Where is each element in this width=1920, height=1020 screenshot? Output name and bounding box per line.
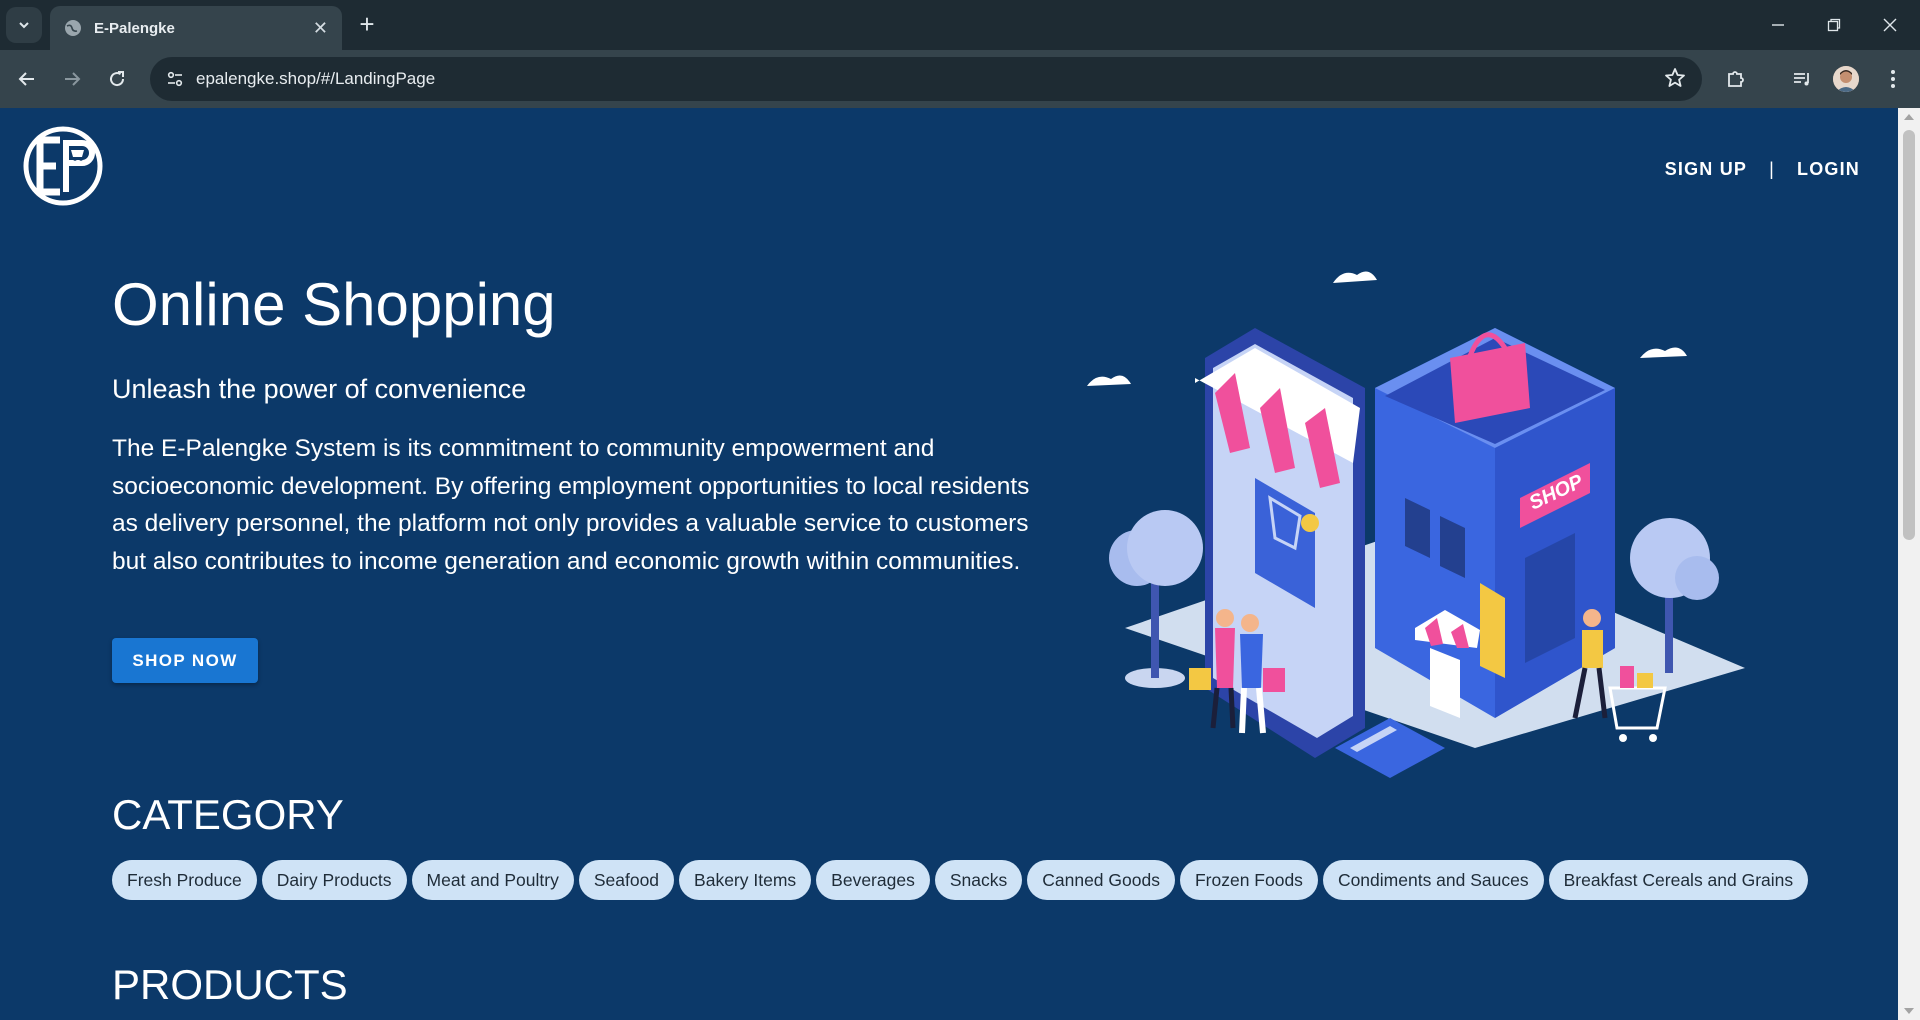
- profile-icon: [1833, 66, 1859, 92]
- category-list: Fresh Produce Dairy Products Meat and Po…: [112, 860, 1809, 900]
- restore-icon: [1827, 18, 1841, 32]
- shop-now-button[interactable]: SHOP NOW: [112, 638, 258, 683]
- restore-button[interactable]: [1806, 0, 1862, 50]
- category-chip[interactable]: Breakfast Cereals and Grains: [1548, 860, 1809, 900]
- reload-button[interactable]: [101, 63, 133, 95]
- playlist-icon: [1794, 73, 1809, 86]
- landing-page: SIGN UP | LOGIN Online Shopping Unleash …: [0, 108, 1898, 1020]
- back-button[interactable]: [11, 63, 43, 95]
- globe-icon: [65, 20, 81, 36]
- new-tab-button[interactable]: +: [352, 10, 382, 40]
- tab-search-button[interactable]: [6, 7, 42, 43]
- puzzle-icon: [1728, 71, 1744, 87]
- more-vertical-icon: [1891, 70, 1895, 88]
- category-chip[interactable]: Meat and Poultry: [411, 860, 574, 900]
- login-link[interactable]: LOGIN: [1797, 159, 1860, 180]
- browser-tab-bar: E-Palengke ✕ +: [0, 0, 1920, 50]
- nav-separator: |: [1769, 159, 1775, 179]
- category-chip[interactable]: Condiments and Sauces: [1322, 860, 1544, 900]
- chevron-down-icon: [19, 22, 29, 29]
- arrow-left-icon: [18, 72, 34, 86]
- browser-menu-button[interactable]: [1877, 63, 1909, 95]
- products-title: PRODUCTS: [112, 961, 348, 1008]
- reload-icon: [110, 71, 125, 87]
- url-text: epalengke.shop/#/LandingPage: [196, 69, 436, 88]
- hero-description: The E-Palengke System is its commitment …: [112, 435, 1030, 575]
- address-bar[interactable]: epalengke.shop/#/LandingPage: [150, 57, 1702, 101]
- forward-button[interactable]: [56, 63, 88, 95]
- browser-toolbar: epalengke.shop/#/LandingPage: [0, 50, 1920, 108]
- category-chip[interactable]: Frozen Foods: [1179, 860, 1318, 900]
- minimize-icon: [1772, 24, 1784, 26]
- scrollbar-thumb[interactable]: [1903, 130, 1915, 540]
- page-scrollbar[interactable]: [1898, 108, 1920, 1020]
- category-chip[interactable]: Snacks: [934, 860, 1023, 900]
- close-tab-icon[interactable]: ✕: [313, 18, 328, 39]
- category-chip[interactable]: Dairy Products: [261, 860, 407, 900]
- signup-link[interactable]: SIGN UP: [1665, 159, 1747, 180]
- e-palengke-logo[interactable]: [18, 126, 110, 206]
- extensions-button[interactable]: [1720, 63, 1752, 95]
- category-chip[interactable]: Bakery Items: [679, 860, 812, 900]
- top-navigation: SIGN UP | LOGIN: [1665, 159, 1860, 180]
- minimize-button[interactable]: [1750, 0, 1806, 50]
- close-window-button[interactable]: [1862, 0, 1918, 50]
- category-chip[interactable]: Beverages: [816, 860, 930, 900]
- close-icon: [1883, 18, 1897, 32]
- media-control-button[interactable]: [1786, 63, 1818, 95]
- category-title: CATEGORY: [112, 791, 344, 838]
- category-chip[interactable]: Fresh Produce: [112, 860, 257, 900]
- category-chip[interactable]: Seafood: [578, 860, 675, 900]
- site-info-button[interactable]: [160, 64, 190, 94]
- category-chip[interactable]: Canned Goods: [1027, 860, 1175, 900]
- scroll-up-arrow-icon[interactable]: [1904, 114, 1914, 120]
- hero-subtitle: Unleash the power of convenience: [112, 374, 527, 404]
- scroll-down-arrow-icon[interactable]: [1904, 1008, 1914, 1014]
- tab-title: E-Palengke: [94, 19, 175, 37]
- online-shop-illustration: SHOP: [1087, 271, 1745, 778]
- profile-avatar[interactable]: [1833, 66, 1859, 92]
- arrow-right-icon: [65, 72, 81, 86]
- bookmark-star-icon[interactable]: [1664, 67, 1686, 89]
- hero-title: Online Shopping: [112, 271, 556, 338]
- tune-icon: [167, 71, 183, 87]
- browser-tab[interactable]: E-Palengke ✕: [50, 6, 342, 50]
